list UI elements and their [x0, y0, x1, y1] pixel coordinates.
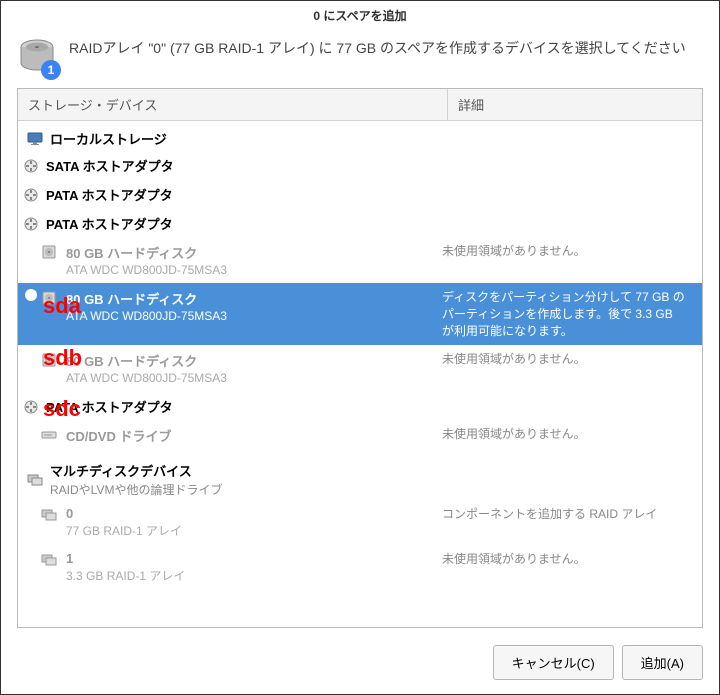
adapter-pata1[interactable]: PATA ホストアダプタ — [18, 179, 702, 208]
device-sub: 77 GB RAID-1 アレイ — [66, 522, 182, 539]
device-sdc[interactable]: 80 GB ハードディスク ATA WDC WD800JD-75MSA3 未使用… — [18, 345, 702, 391]
device-array-0[interactable]: 0 77 GB RAID-1 アレイ コンポーネントを追加する RAID アレイ — [18, 500, 702, 545]
window-title: 0 にスペアを追加 — [1, 1, 719, 28]
cancel-button[interactable]: キャンセル(C) — [493, 645, 614, 680]
monitor-icon — [26, 130, 44, 148]
device-panel: ストレージ・デバイス 詳細 ローカルストレージ SATA ホストアダプタ PAT… — [17, 88, 703, 628]
device-model: ATA WDC WD800JD-75MSA3 — [66, 371, 227, 385]
adapter-icon — [22, 215, 40, 233]
category-label: マルチディスクデバイス — [50, 461, 222, 480]
device-detail: 未使用領域がありません。 — [442, 551, 694, 568]
header-instruction: RAIDアレイ "0" (77 GB RAID-1 アレイ) に 77 GB の… — [69, 36, 686, 59]
column-details[interactable]: 詳細 — [448, 89, 702, 121]
device-list[interactable]: ローカルストレージ SATA ホストアダプタ PATA ホストアダプタ PATA… — [18, 121, 702, 627]
device-title: 80 GB ハードディスク — [66, 289, 227, 308]
device-sda[interactable]: 80 GB ハードディスク ATA WDC WD800JD-75MSA3 未使用… — [18, 237, 702, 283]
raid-icon — [40, 506, 58, 524]
radio-checked[interactable] — [25, 289, 37, 301]
device-detail: 未使用領域がありません。 — [442, 426, 694, 443]
column-storage[interactable]: ストレージ・デバイス — [18, 89, 448, 121]
device-title: 0 — [66, 506, 182, 521]
device-title: CD/DVD ドライブ — [66, 426, 171, 445]
device-detail: 未使用領域がありません。 — [442, 351, 694, 368]
raid-icon — [40, 551, 58, 569]
adapter-label: PATA ホストアダプタ — [46, 214, 173, 233]
adapter-label: PATA ホストアダプタ — [46, 397, 173, 416]
device-model: ATA WDC WD800JD-75MSA3 — [66, 309, 227, 323]
badge-count: 1 — [41, 60, 61, 80]
device-title: 80 GB ハードディスク — [66, 243, 227, 262]
device-title: 1 — [66, 551, 185, 566]
adapter-pata3[interactable]: PATA ホストアダプタ — [18, 391, 702, 420]
disk-icon — [40, 289, 58, 307]
category-multidisk: マルチディスクデバイス RAIDやLVMや他の論理ドライブ — [18, 451, 702, 500]
device-title: 80 GB ハードディスク — [66, 351, 227, 370]
adapter-icon — [22, 157, 40, 175]
category-sub: RAIDやLVMや他の論理ドライブ — [50, 481, 222, 498]
hdd-icon: 1 — [17, 36, 57, 76]
device-detail: コンポーネントを追加する RAID アレイ — [442, 506, 694, 523]
device-detail: 未使用領域がありません。 — [442, 243, 694, 260]
adapter-icon — [22, 398, 40, 416]
add-button[interactable]: 追加(A) — [622, 645, 703, 680]
category-label: ローカルストレージ — [50, 129, 167, 148]
adapter-icon — [22, 186, 40, 204]
category-local-storage: ローカルストレージ — [18, 125, 702, 150]
adapter-pata2[interactable]: PATA ホストアダプタ — [18, 208, 702, 237]
dialog-header: 1 RAIDアレイ "0" (77 GB RAID-1 アレイ) に 77 GB… — [1, 28, 719, 88]
adapter-sata[interactable]: SATA ホストアダプタ — [18, 150, 702, 179]
device-model: ATA WDC WD800JD-75MSA3 — [66, 263, 227, 277]
device-detail: ディスクをパーティション分けして 77 GB のパーティションを作成します。後で… — [442, 289, 694, 339]
device-sdb[interactable]: 80 GB ハードディスク ATA WDC WD800JD-75MSA3 ディス… — [18, 283, 702, 345]
adapter-label: SATA ホストアダプタ — [46, 156, 174, 175]
adapter-label: PATA ホストアダプタ — [46, 185, 173, 204]
disk-icon — [40, 243, 58, 261]
device-cdrom[interactable]: CD/DVD ドライブ 未使用領域がありません。 — [18, 420, 702, 451]
device-array-1[interactable]: 1 3.3 GB RAID-1 アレイ 未使用領域がありません。 — [18, 545, 702, 590]
device-sub: 3.3 GB RAID-1 アレイ — [66, 567, 185, 584]
disk-icon — [40, 351, 58, 369]
cdrom-icon — [40, 426, 58, 444]
multidisk-icon — [26, 471, 44, 489]
